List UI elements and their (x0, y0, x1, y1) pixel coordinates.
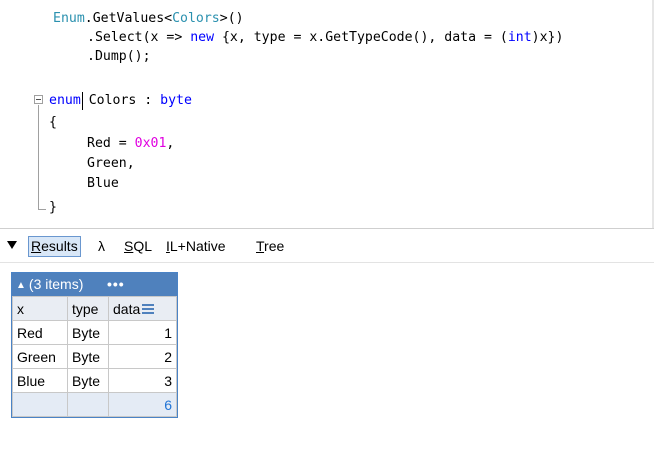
code-token: new (190, 30, 215, 45)
code-token: Enum (53, 11, 85, 26)
cell-x: Green (12, 344, 68, 369)
tab-tree[interactable]: Tree (256, 237, 284, 256)
collapse-arrow-icon[interactable]: ▲ (16, 280, 26, 291)
dump-header[interactable]: ▲ (3 items) ••• (12, 273, 177, 296)
code-line-7: Green, (87, 155, 135, 173)
tab-label: ree (264, 238, 285, 254)
column-header-x[interactable]: x (12, 296, 68, 321)
code-token: Colors : (80, 93, 161, 108)
more-options-icon[interactable]: ••• (107, 273, 125, 296)
tab-mnemonic: T (256, 238, 265, 254)
code-token: int (507, 30, 532, 45)
code-line-2: .Select(x => new {x, type = x.GetTypeCod… (87, 29, 563, 47)
tab-mnemonic: S (124, 238, 134, 254)
dump-table: ▲ (3 items) ••• x type data Red Byte 1 Gr… (11, 272, 178, 418)
code-token: .Select(x => (87, 30, 191, 45)
cell-data: 1 (108, 320, 177, 345)
code-token: Colors (172, 11, 220, 26)
tab-sql[interactable]: SQL (124, 237, 152, 256)
tab-label: L+Native (169, 238, 226, 254)
code-token: .Dump(); (87, 49, 151, 64)
code-token: 0x01 (134, 136, 167, 151)
code-line-4: enum Colors : byte (49, 92, 192, 110)
cell-x: Blue (12, 368, 68, 393)
results-tabbar: Results λ SQL IL+Native Tree (0, 229, 654, 262)
total-empty-cell (67, 392, 109, 417)
item-count: (3 items) (28, 276, 84, 292)
code-token: } (49, 200, 57, 215)
code-token: byte (160, 93, 192, 108)
cell-data: 2 (108, 344, 177, 369)
results-grid: x type data Red Byte 1 Green Byte 2 Blue… (12, 296, 177, 417)
code-token: {x, type = x.GetTypeCode(), data = ( (214, 30, 508, 45)
table-row: Green Byte 2 (12, 344, 177, 369)
cell-x: Red (12, 320, 68, 345)
total-value: 6 (108, 392, 177, 417)
cell-type: Byte (67, 344, 109, 369)
tab-results[interactable]: Results (28, 236, 81, 257)
collapse-toggle-icon[interactable] (34, 95, 43, 104)
column-header-data[interactable]: data (108, 296, 177, 321)
code-token: Green, (87, 156, 135, 171)
code-token: >() (219, 11, 244, 26)
code-line-8: Blue (87, 175, 119, 193)
table-row: Blue Byte 3 (12, 368, 177, 393)
total-empty-cell (12, 392, 68, 417)
code-token: enum (49, 93, 81, 108)
code-token: { (49, 115, 57, 130)
fold-guide (38, 105, 39, 209)
column-header-type[interactable]: type (67, 296, 109, 321)
column-label: data (113, 300, 141, 317)
cell-type: Byte (67, 320, 109, 345)
text-caret (82, 92, 83, 110)
results-panel: ▲ (3 items) ••• x type data Red Byte 1 Gr… (0, 263, 654, 458)
tab-label: esults (41, 238, 78, 254)
code-token: , (166, 136, 175, 151)
code-token: )x}) (531, 30, 564, 45)
code-line-9: } (49, 199, 57, 217)
code-token: .GetValues< (84, 11, 173, 26)
total-row: 6 (12, 392, 177, 417)
code-token: Blue (87, 176, 119, 191)
tab-label: λ (98, 238, 105, 254)
table-row: Red Byte 1 (12, 320, 177, 345)
tab-lambda[interactable]: λ (98, 237, 105, 256)
column-menu-icon[interactable] (142, 303, 155, 314)
cell-data: 3 (108, 368, 177, 393)
code-line-3: .Dump(); (87, 48, 151, 66)
tab-il-native[interactable]: IL+Native (166, 237, 226, 256)
collapse-triangle-icon[interactable] (7, 241, 17, 249)
code-line-1: Enum.GetValues<Colors>() (53, 10, 244, 28)
tab-label: QL (133, 238, 153, 254)
cell-type: Byte (67, 368, 109, 393)
code-editor[interactable]: Enum.GetValues<Colors>() .Select(x => ne… (0, 0, 654, 228)
tab-mnemonic: R (31, 238, 42, 254)
code-line-5: { (49, 114, 57, 132)
header-row: x type data (12, 296, 177, 321)
fold-guide-end (38, 209, 46, 210)
code-line-6: Red = 0x01, (87, 135, 174, 153)
code-token: Red = (87, 136, 135, 151)
